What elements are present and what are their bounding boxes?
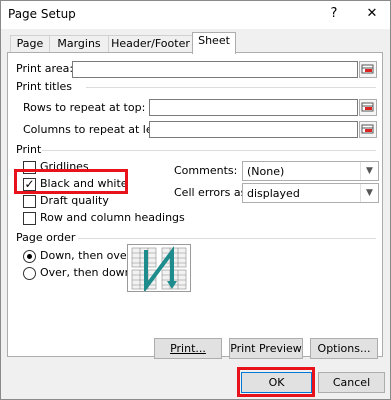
columns-to-repeat-input[interactable]: [149, 121, 358, 138]
columns-to-repeat-label: Columns to repeat at left:: [23, 123, 165, 136]
title-bar: Page Setup ? ✕: [1, 1, 390, 29]
dialog-title: Page Setup: [8, 7, 76, 21]
ok-button[interactable]: OK: [241, 372, 312, 393]
cell-errors-label: Cell errors as:: [174, 186, 251, 199]
sheet-panel: Print area: Print titles Rows to repeat …: [7, 52, 383, 359]
close-button[interactable]: ✕: [361, 4, 383, 24]
range-select-icon: [361, 102, 374, 112]
print-preview-button[interactable]: Print Preview: [229, 338, 303, 359]
help-button[interactable]: ?: [323, 4, 345, 24]
draft-quality-label: Draft quality: [40, 194, 109, 207]
tab-sheet[interactable]: Sheet: [192, 32, 236, 54]
gridlines-label: Gridlines: [40, 160, 89, 173]
down-then-over-label: Down, then over: [40, 249, 132, 262]
columns-to-repeat-collapse-button[interactable]: [359, 121, 377, 138]
gridlines-checkbox[interactable]: [23, 161, 36, 174]
chevron-down-icon: ▼: [360, 162, 378, 180]
page-order-preview-icon: [131, 245, 187, 294]
black-and-white-label: Black and white: [40, 177, 128, 190]
cell-errors-select[interactable]: displayed ▼: [242, 183, 379, 203]
print-button[interactable]: Print...: [154, 338, 222, 359]
rows-to-repeat-collapse-button[interactable]: [359, 99, 377, 116]
print-area-label: Print area:: [16, 62, 74, 75]
tab-page[interactable]: Page: [10, 35, 50, 52]
cancel-button[interactable]: Cancel: [318, 372, 385, 393]
row-column-headings-label: Row and column headings: [40, 211, 185, 224]
rows-to-repeat-label: Rows to repeat at top:: [23, 101, 146, 114]
page-order-preview: [127, 244, 191, 294]
over-then-down-label: Over, then down: [40, 266, 132, 279]
page-order-heading: Page order: [16, 231, 76, 244]
comments-label: Comments:: [174, 164, 238, 177]
range-select-icon: [361, 124, 374, 134]
print-heading: Print: [16, 143, 42, 156]
draft-quality-checkbox[interactable]: [23, 195, 36, 208]
tab-strip: Page Margins Header/Footer Sheet: [1, 29, 390, 54]
page-order-separator: [78, 238, 376, 239]
chevron-down-icon: ▼: [360, 184, 378, 202]
print-titles-separator: [86, 87, 376, 88]
options-button[interactable]: Options...: [310, 338, 378, 359]
print-separator: [42, 150, 376, 151]
comments-select[interactable]: (None) ▼: [242, 161, 379, 181]
tab-header-footer[interactable]: Header/Footer: [108, 35, 193, 52]
black-and-white-checkbox[interactable]: ✓: [23, 178, 36, 191]
print-area-collapse-button[interactable]: [359, 61, 377, 78]
page-setup-dialog: Page Setup ? ✕ Page Margins Header/Foote…: [0, 0, 391, 400]
print-area-input[interactable]: [72, 61, 358, 78]
row-column-headings-checkbox[interactable]: [23, 212, 36, 225]
rows-to-repeat-input[interactable]: [149, 99, 358, 116]
over-then-down-radio[interactable]: [23, 267, 36, 280]
tab-margins[interactable]: Margins: [49, 35, 109, 52]
range-select-icon: [361, 64, 374, 74]
down-then-over-radio[interactable]: [23, 250, 36, 263]
print-titles-heading: Print titles: [16, 80, 73, 93]
